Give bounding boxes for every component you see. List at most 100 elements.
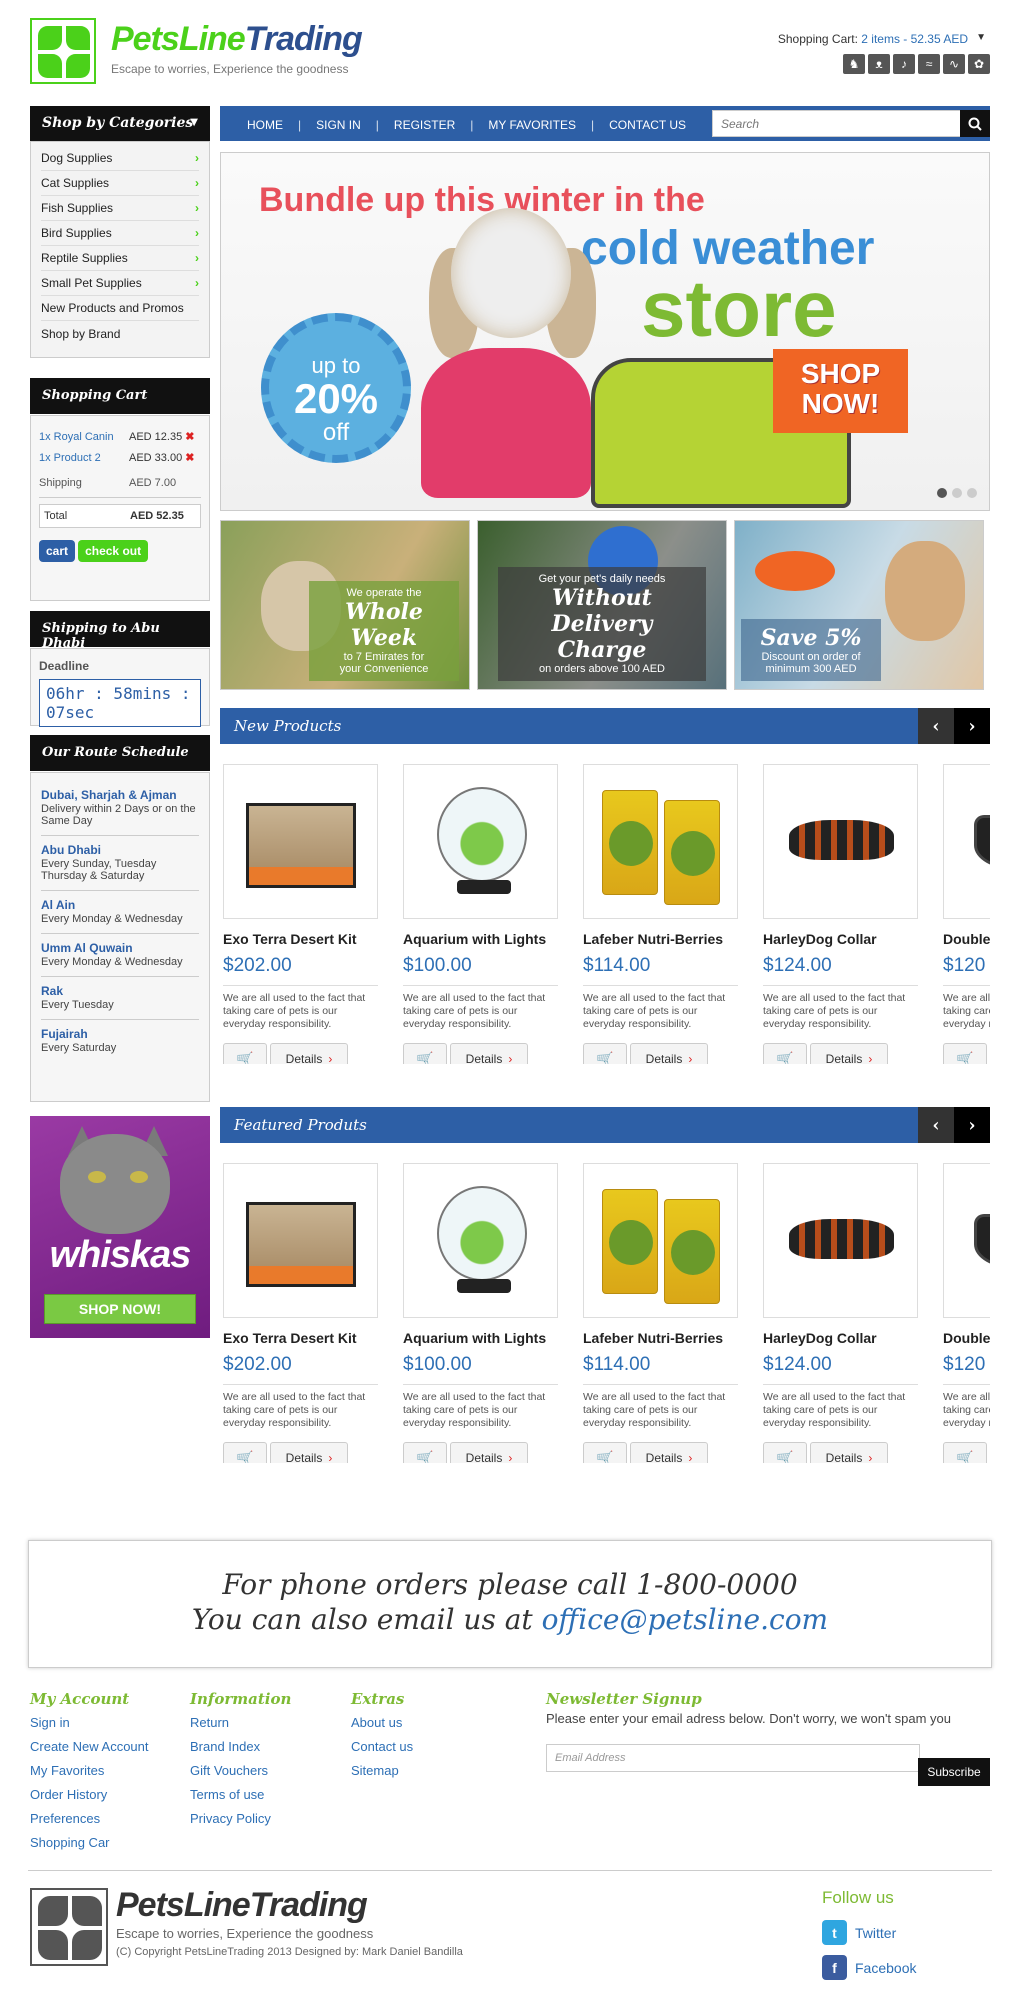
product-image[interactable] <box>223 764 378 919</box>
header-cart-link[interactable]: 2 items - 52.35 AED <box>861 32 968 46</box>
add-to-cart-button[interactable]: 🛒 <box>583 1043 627 1064</box>
search-input[interactable]: Search <box>712 110 976 137</box>
details-button[interactable]: Details › <box>810 1442 888 1463</box>
nav-register[interactable]: REGISTER <box>379 118 470 132</box>
nav-my-favorites[interactable]: MY FAVORITES <box>473 118 591 132</box>
add-to-cart-button[interactable]: 🛒 <box>403 1043 447 1064</box>
slider-dot[interactable] <box>967 488 977 498</box>
footer-link[interactable]: Contact us <box>351 1735 413 1759</box>
footer-link[interactable]: Return <box>190 1711 291 1735</box>
twitter-link[interactable]: t Twitter <box>822 1920 896 1945</box>
cart-button[interactable]: cart <box>39 540 76 562</box>
whiskas-ad[interactable]: whiskas SHOP NOW! <box>30 1116 210 1338</box>
rabbit-icon[interactable]: ✿ <box>968 54 990 74</box>
ad-shop-now-button[interactable]: SHOP NOW! <box>44 1294 196 1324</box>
add-to-cart-button[interactable]: 🛒 <box>943 1043 987 1064</box>
checkout-button[interactable]: check out <box>78 540 149 562</box>
slider-dot[interactable] <box>937 488 947 498</box>
product-name[interactable]: Double <box>943 931 990 947</box>
add-to-cart-button[interactable]: 🛒 <box>763 1442 807 1463</box>
product-name[interactable]: Lafeber Nutri-Berries <box>583 931 738 947</box>
product-image[interactable] <box>403 764 558 919</box>
footer-link[interactable]: Gift Vouchers <box>190 1759 291 1783</box>
footer-link[interactable]: Shopping Car <box>30 1831 149 1855</box>
details-button[interactable]: Details › <box>450 1442 528 1463</box>
cart-dropdown-icon[interactable]: ▼ <box>976 32 986 43</box>
nav-sign-in[interactable]: SIGN IN <box>301 118 376 132</box>
dog-icon[interactable]: ♞ <box>843 54 865 74</box>
remove-icon[interactable]: ✖ <box>185 430 194 443</box>
promo-no-delivery-charge[interactable]: Get your pet's daily needs Without Delive… <box>477 520 727 690</box>
chevron-right-icon[interactable]: › <box>954 1107 990 1143</box>
product-name[interactable]: Exo Terra Desert Kit <box>223 931 378 947</box>
product-name[interactable]: HarleyDog Collar <box>763 1330 918 1346</box>
category-item[interactable]: Shop by Brand <box>41 321 199 346</box>
details-button[interactable]: Details › <box>450 1043 528 1064</box>
product-name[interactable]: Exo Terra Desert Kit <box>223 1330 378 1346</box>
brand-logo[interactable] <box>30 18 96 84</box>
footer-link[interactable]: About us <box>351 1711 413 1735</box>
footer-logo[interactable] <box>30 1888 108 1966</box>
nav-contact-us[interactable]: CONTACT US <box>594 118 701 132</box>
category-item[interactable]: Cat Supplies › <box>41 171 199 196</box>
details-button[interactable]: Details › <box>810 1043 888 1064</box>
product-image[interactable] <box>943 1163 990 1318</box>
details-button[interactable]: Details › <box>270 1043 348 1064</box>
product-image[interactable] <box>223 1163 378 1318</box>
cart-item-name[interactable]: 1x Product 2 <box>39 452 129 464</box>
slider-dot[interactable] <box>952 488 962 498</box>
product-name[interactable]: Aquarium with Lights <box>403 1330 558 1346</box>
details-button[interactable]: Details › <box>630 1043 708 1064</box>
footer-link[interactable]: Brand Index <box>190 1735 291 1759</box>
product-image[interactable] <box>403 1163 558 1318</box>
category-item[interactable]: Small Pet Supplies › <box>41 271 199 296</box>
footer-link[interactable]: Terms of use <box>190 1783 291 1807</box>
hero-banner[interactable]: Bundle up this winter in the cold weathe… <box>220 152 990 511</box>
add-to-cart-button[interactable]: 🛒 <box>583 1442 627 1463</box>
footer-link[interactable]: Preferences <box>30 1807 149 1831</box>
footer-link[interactable]: My Favorites <box>30 1759 149 1783</box>
search-button[interactable] <box>960 110 990 137</box>
promo-whole-week[interactable]: We operate the Whole Week to 7 Emirates fo… <box>220 520 470 690</box>
hero-shop-now-button[interactable]: SHOP NOW! <box>773 349 908 433</box>
subscribe-button[interactable]: Subscribe <box>918 1758 990 1786</box>
product-image[interactable] <box>763 1163 918 1318</box>
footer-link[interactable]: Sign in <box>30 1711 149 1735</box>
add-to-cart-button[interactable]: 🛒 <box>403 1442 447 1463</box>
chevron-left-icon[interactable]: ‹ <box>918 1107 954 1143</box>
category-item[interactable]: Reptile Supplies › <box>41 246 199 271</box>
product-name[interactable]: Lafeber Nutri-Berries <box>583 1330 738 1346</box>
nav-home[interactable]: HOME <box>232 118 298 132</box>
product-image[interactable] <box>763 764 918 919</box>
product-name[interactable]: Aquarium with Lights <box>403 931 558 947</box>
product-name[interactable]: HarleyDog Collar <box>763 931 918 947</box>
email-link[interactable]: office@petsline.com <box>542 1603 829 1636</box>
cart-item-name[interactable]: 1x Royal Canin <box>39 431 129 443</box>
footer-link[interactable]: Sitemap <box>351 1759 413 1783</box>
category-item[interactable]: Fish Supplies › <box>41 196 199 221</box>
add-to-cart-button[interactable]: 🛒 <box>223 1043 267 1064</box>
cat-icon[interactable]: ᴥ <box>868 54 890 74</box>
footer-link[interactable]: Create New Account <box>30 1735 149 1759</box>
footer-link[interactable]: Order History <box>30 1783 149 1807</box>
chevron-right-icon[interactable]: › <box>954 708 990 744</box>
product-image[interactable] <box>583 764 738 919</box>
add-to-cart-button[interactable]: 🛒 <box>763 1043 807 1064</box>
category-item[interactable]: New Products and Promos <box>41 296 199 321</box>
categories-header[interactable]: Shop by Categories ▼ <box>30 106 210 141</box>
footer-link[interactable]: Privacy Policy <box>190 1807 291 1831</box>
product-image[interactable] <box>583 1163 738 1318</box>
reptile-icon[interactable]: ∿ <box>943 54 965 74</box>
category-item[interactable]: Bird Supplies › <box>41 221 199 246</box>
chevron-left-icon[interactable]: ‹ <box>918 708 954 744</box>
remove-icon[interactable]: ✖ <box>185 451 194 464</box>
fish-icon[interactable]: ≈ <box>918 54 940 74</box>
details-button[interactable]: Details › <box>270 1442 348 1463</box>
details-button[interactable]: Details › <box>630 1442 708 1463</box>
product-image[interactable] <box>943 764 990 919</box>
add-to-cart-button[interactable]: 🛒 <box>943 1442 987 1463</box>
product-name[interactable]: Double <box>943 1330 990 1346</box>
brand-name[interactable]: PetsLineTrading <box>111 20 363 59</box>
add-to-cart-button[interactable]: 🛒 <box>223 1442 267 1463</box>
email-field[interactable]: Email Address <box>546 1744 920 1772</box>
